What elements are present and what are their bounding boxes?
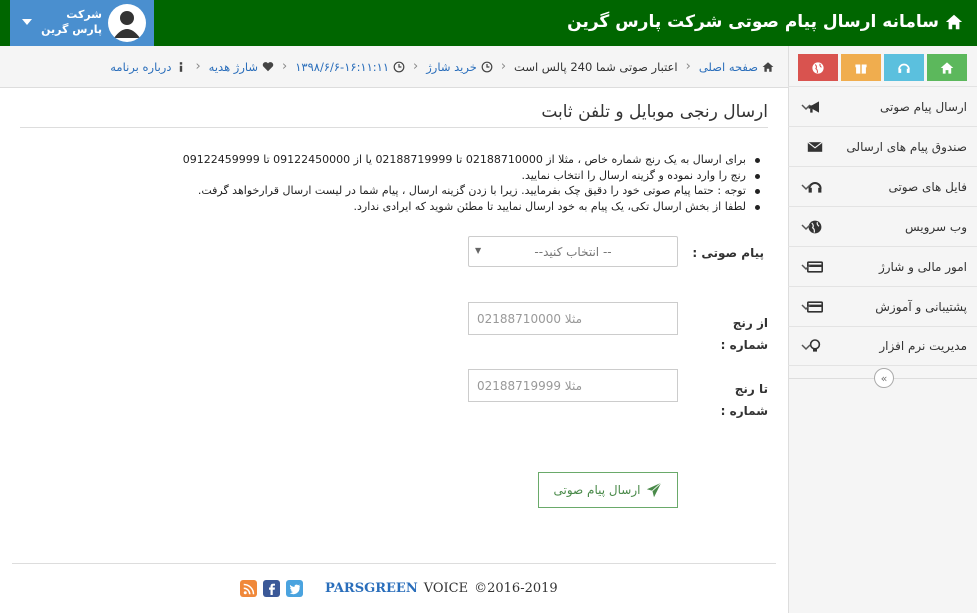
sidebar-item-label: مدیریت نرم افزار [879,339,967,353]
chevron-down-icon [801,184,811,191]
user-name: شرکت پارس گرین [41,8,102,36]
chevron-down-icon [801,224,811,231]
quick-globe-button[interactable] [798,54,838,81]
sidebar-item-label: امور مالی و شارژ [878,259,967,274]
list-item: لطفا از بخش ارسال تکی، یک پیام به خود ار… [140,199,760,215]
footer-copyright: ©2016-2019 [474,581,558,596]
voice-message-select[interactable]: --انتخاب کنید -- ▼ [468,236,678,267]
twitter-icon[interactable] [286,580,303,597]
sidebar-item-finance[interactable]: امور مالی و شارژ [788,246,977,286]
facebook-icon[interactable] [263,580,280,597]
user-menu[interactable]: شرکت پارس گرین [10,0,154,46]
voice-message-label: پیام صوتی : [692,246,764,260]
footer-divider [12,563,776,564]
avatar [108,4,146,42]
caret-down-icon [22,19,32,25]
breadcrumb-separator: ‹ [500,59,507,74]
dropdown-arrow-icon: ▼ [475,246,482,255]
paper-plane-icon [647,482,662,498]
breadcrumb-credit: اعتبار صوتی شما 240 پالس است [514,59,678,74]
sidebar-item-voice-files[interactable]: فایل های صوتی [788,166,977,206]
chevron-down-icon [801,104,811,111]
top-header: سامانه ارسال پیام صوتی شرکت پارس گرین شر… [0,0,977,46]
list-item: برای ارسال به یک رنج شماره خاص ، مثلا از… [140,152,760,168]
headphones-icon [898,63,910,73]
sidebar-item-label: پشتیبانی و آموزش [875,299,967,314]
heart-icon [262,61,274,71]
list-item: توجه : حتما پیام صوتی خود را دقیق چک بفر… [140,183,760,199]
sidebar-item-send-voice[interactable]: ارسال پیام صوتی [788,86,977,126]
globe-icon [812,61,824,74]
quick-buttons [798,54,967,81]
home-icon [762,61,774,72]
title-divider [20,127,768,128]
gift-icon [855,64,867,74]
footer: PARSGREEN VOICE ©2016-2019 [240,580,558,597]
breadcrumb: صفحه اصلی ‹ اعتبار صوتی شما 240 پالس است… [0,46,788,88]
sidebar-item-web-service[interactable]: وب سرویس [788,206,977,246]
rss-icon[interactable] [240,580,257,597]
breadcrumb-separator: ‹ [195,59,201,74]
send-voice-button[interactable]: ارسال پیام صوتی [538,472,678,508]
main-content: ارسال رنجی موبایل و تلفن ثابت برای ارسال… [0,88,788,613]
sidebar-item-outbox[interactable]: صندوق پیام های ارسالی [788,126,977,166]
app-title-text: سامانه ارسال پیام صوتی شرکت پارس گرین [567,12,939,32]
clock-icon [481,61,493,72]
breadcrumb-datetime: ۱۳۹۸/۶/۶-۱۶:۱۱:۱۱ [295,60,405,74]
chevron-down-icon [801,344,811,351]
breadcrumb-separator: ‹ [413,59,419,74]
envelope-icon [806,138,824,156]
from-range-input[interactable] [468,302,678,335]
breadcrumb-separator: ‹ [685,59,691,74]
list-item: رنج را وارد نموده و گزینه ارسال را انتخا… [140,168,760,184]
sidebar-item-label: ارسال پیام صوتی [880,99,967,114]
sidebar-item-software[interactable]: مدیریت نرم افزار [788,326,977,366]
footer-brand: PARSGREEN [325,581,418,596]
breadcrumb-gift-charge[interactable]: شارژ هدیه [209,60,274,74]
quick-gift-button[interactable] [841,54,881,81]
footer-voice: VOICE [423,581,469,596]
instructions-list: برای ارسال به یک رنج شماره خاص ، مثلا از… [140,152,760,214]
quick-home-button[interactable] [927,54,967,81]
clock-icon [393,61,405,72]
quick-headphones-button[interactable] [884,54,924,81]
to-range-input[interactable] [468,369,678,402]
sidebar-collapse-button[interactable]: « [874,368,894,388]
chevron-down-icon [801,264,811,271]
chevron-down-icon [801,304,811,311]
breadcrumb-home[interactable]: صفحه اصلی [699,60,774,74]
sidebar: ارسال پیام صوتی صندوق پیام های ارسالی فا… [788,46,977,613]
app-title[interactable]: سامانه ارسال پیام صوتی شرکت پارس گرین [567,12,963,32]
voice-message-selected: --انتخاب کنید -- [534,244,612,259]
sidebar-item-label: صندوق پیام های ارسالی [846,139,967,154]
breadcrumb-separator: ‹ [282,59,288,74]
sidebar-item-label: وب سرویس [904,219,967,234]
info-icon [180,61,183,72]
sidebar-menu: ارسال پیام صوتی صندوق پیام های ارسالی فا… [788,86,977,366]
page-title: ارسال رنجی موبایل و تلفن ثابت [541,102,768,122]
from-range-label: از رنج شماره : [720,316,768,352]
breadcrumb-about[interactable]: درباره برنامه [110,60,187,74]
send-voice-label: ارسال پیام صوتی [553,483,641,497]
breadcrumb-buy-charge[interactable]: خرید شارژ [426,60,493,74]
home-icon [945,14,963,30]
sidebar-item-support[interactable]: پشتیبانی و آموزش [788,286,977,326]
to-range-label: تا رنج شماره : [720,382,768,418]
user-icon [114,11,140,38]
home-icon [940,61,954,74]
sidebar-item-label: فایل های صوتی [888,179,967,194]
